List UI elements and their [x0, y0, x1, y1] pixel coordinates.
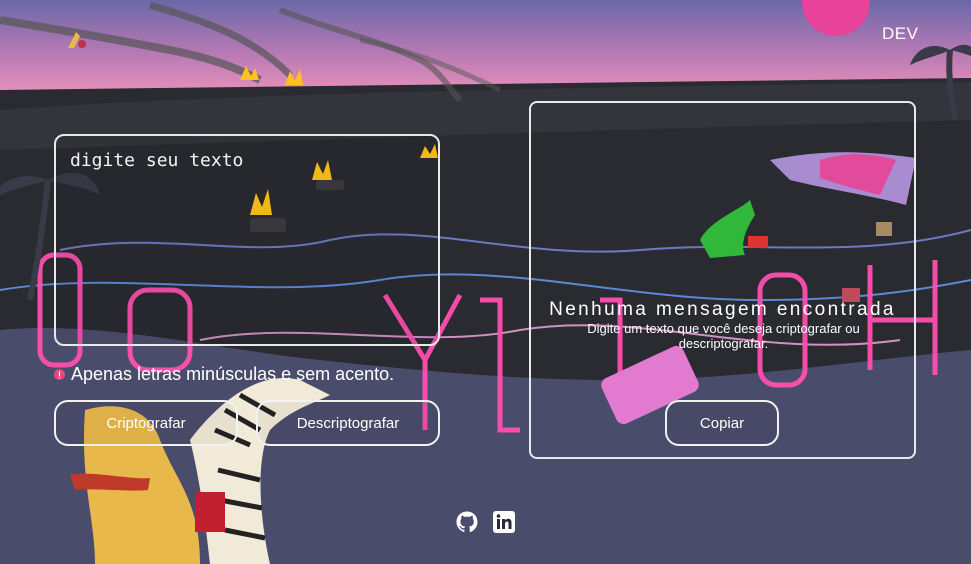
linkedin-icon[interactable] [492, 510, 516, 534]
logo-icon[interactable] [62, 26, 90, 54]
text-input-container [54, 134, 440, 346]
warning-text: Apenas letras minúsculas e sem acento. [71, 364, 395, 384]
text-input[interactable] [68, 148, 432, 337]
github-icon[interactable] [455, 510, 479, 534]
input-warning: ! Apenas letras minúsculas e sem acento. [54, 364, 394, 385]
copy-button[interactable]: Copiar [665, 400, 779, 446]
dev-label[interactable]: DEV [882, 24, 918, 44]
output-title: Nenhuma mensagem encontrada [549, 299, 896, 320]
decrypt-button[interactable]: Descriptografar [256, 400, 440, 446]
exclamation-icon: ! [54, 369, 65, 380]
output-subtitle: Digite um texto que você deseja criptogr… [587, 321, 860, 351]
encrypt-button[interactable]: Criptografar [54, 400, 238, 446]
